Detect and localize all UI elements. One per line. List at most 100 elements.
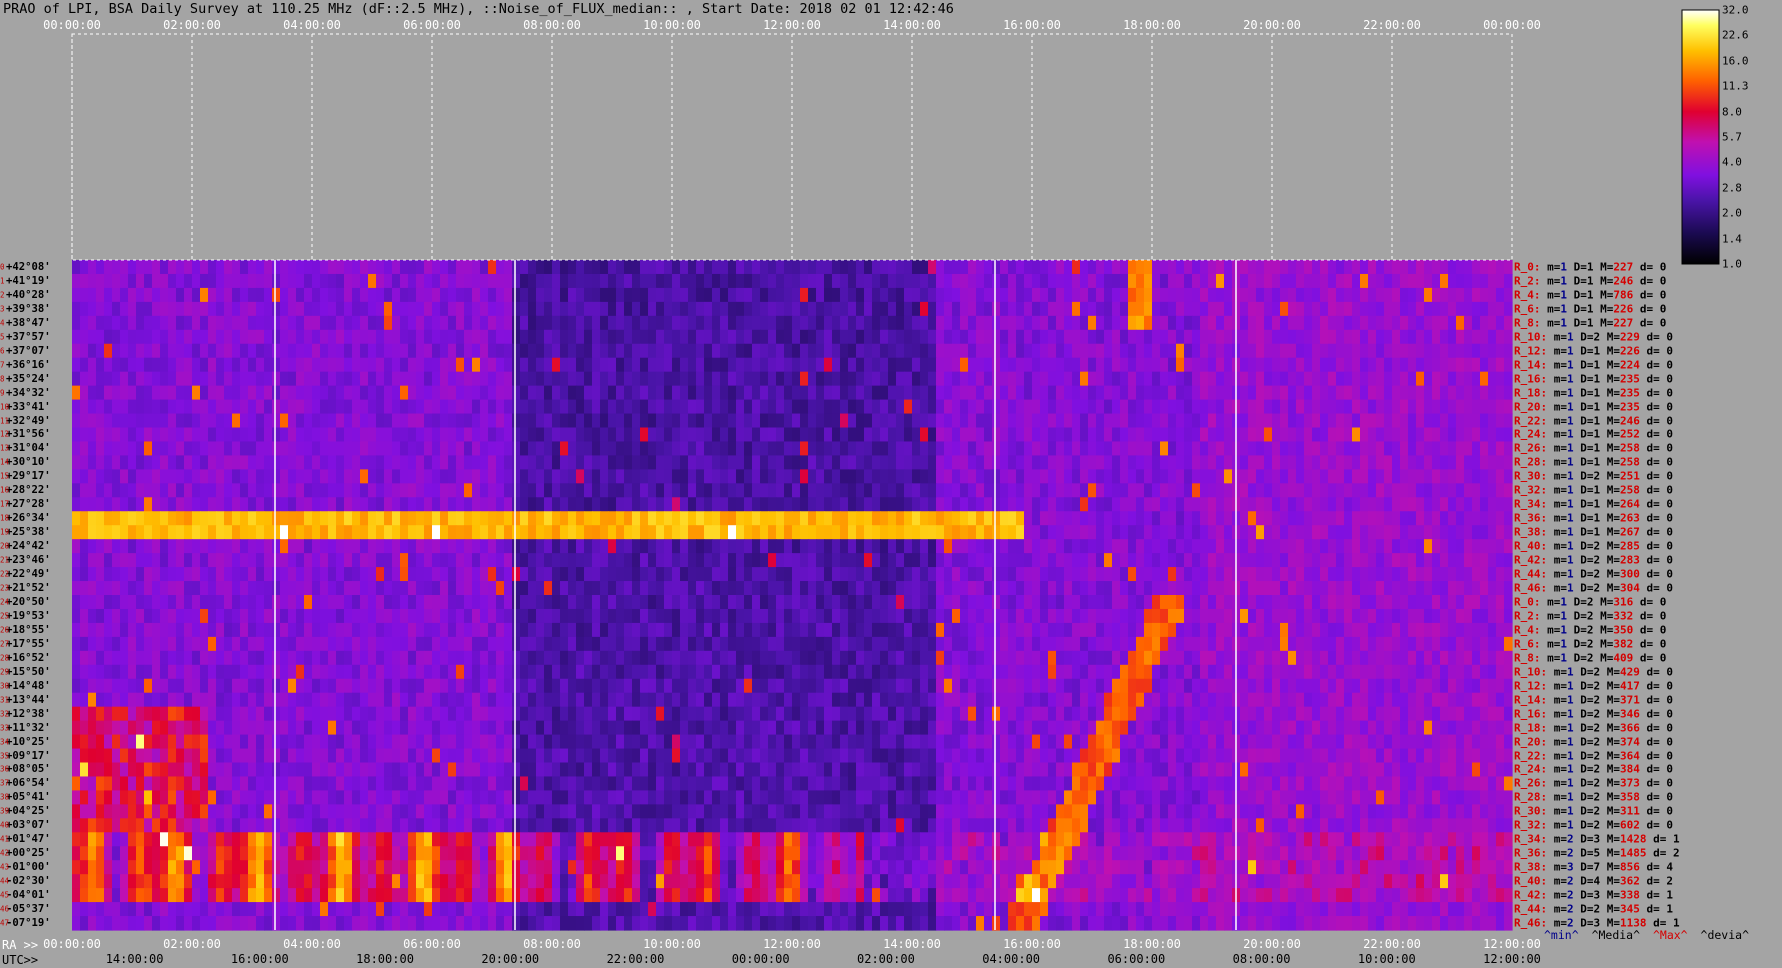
row-stat-dev: 0 <box>1659 651 1667 665</box>
axis-tick-label: 00:00:00 <box>731 952 790 966</box>
axis-tick-label: 02:00:00 <box>163 18 221 32</box>
row-stat-dev: 0 <box>1666 539 1673 553</box>
row-stat-m: 1 <box>1567 497 1574 511</box>
axis-tick-label: 00:00:00 <box>43 18 101 32</box>
row-stat-m: 2 <box>1567 846 1574 860</box>
row-stat: R_26: m=1 D=2 M=373 d= 0 <box>1514 776 1673 790</box>
row-stat-m: 1 <box>1567 707 1574 721</box>
row-stat-max: 373 <box>1620 776 1640 790</box>
row-stat-m: 1 <box>1567 525 1574 539</box>
row-stat-max: 226 <box>1613 302 1634 316</box>
utc-row-label: UTC>> <box>2 953 39 967</box>
axis-tick-label: 22:00:00 <box>1363 937 1421 951</box>
axis-tick-label: 10:00:00 <box>1357 952 1416 966</box>
row-stat-m: 1 <box>1567 567 1574 581</box>
row-stat-m: 1 <box>1567 762 1574 776</box>
row-stat-m: 1 <box>1560 302 1567 316</box>
row-index-label: 44 <box>0 876 10 886</box>
row-stat-d: 1 <box>1586 316 1594 330</box>
row-stat-r: R_32: <box>1514 818 1548 832</box>
row-stat: R_8: m=1 D=2 M=409 d= 0 <box>1514 651 1667 665</box>
row-stat-max: 251 <box>1620 469 1640 483</box>
row-stat-m: 1 <box>1567 344 1574 358</box>
legend-median: ^Media^ <box>1591 928 1641 942</box>
row-stat-dev: 0 <box>1666 400 1673 414</box>
row-stat: R_12: m=1 D=1 M=226 d= 0 <box>1514 344 1673 358</box>
row-stat-r: R_46: <box>1514 916 1548 930</box>
declination-label: +40°28' <box>6 288 51 301</box>
row-stat-max: 264 <box>1620 497 1640 511</box>
row-index-label: 39 <box>0 806 10 816</box>
row-stat: R_14: m=1 D=1 M=224 d= 0 <box>1514 358 1673 372</box>
row-stat-max: 384 <box>1620 762 1640 776</box>
row-stat: R_40: m=2 D=4 M=362 d= 2 <box>1514 874 1673 888</box>
row-stat-m: 1 <box>1560 623 1567 637</box>
row-stat-max: 263 <box>1620 511 1640 525</box>
colorbar-tick: 5.7 <box>1722 130 1742 144</box>
row-stat: R_12: m=1 D=2 M=417 d= 0 <box>1514 679 1673 693</box>
row-stat-dev: 0 <box>1666 386 1673 400</box>
row-stat-dev: 2 <box>1666 874 1673 888</box>
row-stat-m: 1 <box>1567 483 1574 497</box>
row-index-label: 27 <box>0 639 10 649</box>
axis-tick-label: 14:00:00 <box>883 18 941 32</box>
row-index-label: 6 <box>0 346 5 356</box>
declination-label: +28°22' <box>6 484 51 497</box>
declination-label: +14°48' <box>6 679 51 692</box>
row-stat-m: 1 <box>1567 358 1574 372</box>
axis-tick-label: 06:00:00 <box>403 937 461 951</box>
axis-tick-label: 04:00:00 <box>283 18 341 32</box>
declination-label: +05°41' <box>6 791 51 804</box>
row-stat-d: 2 <box>1586 595 1594 609</box>
stats-legend: ^min^ ^Media^ ^Max^ ^devia^ <box>1544 928 1755 942</box>
row-stat-r: R_32: <box>1514 483 1548 497</box>
row-stat-m: 1 <box>1567 818 1574 832</box>
row-stat-r: R_40: <box>1514 874 1548 888</box>
row-stat-m: 1 <box>1560 316 1567 330</box>
colorbar-tick: 16.0 <box>1722 54 1749 68</box>
row-stat-dev: 0 <box>1666 679 1673 693</box>
row-stat-max: 235 <box>1620 386 1640 400</box>
row-stat: R_36: m=1 D=1 M=263 d= 0 <box>1514 511 1673 525</box>
row-stat-m: 1 <box>1567 735 1574 749</box>
declination-label: -02°30' <box>6 875 51 888</box>
declination-label: +37°57' <box>6 330 51 343</box>
row-stat-dev: 0 <box>1666 776 1673 790</box>
declination-label: +09°17' <box>6 749 51 762</box>
row-stat-max: 252 <box>1620 427 1640 441</box>
row-stat-m: 1 <box>1560 274 1567 288</box>
row-stat-m: 1 <box>1567 749 1574 763</box>
row-stat-r: R_38: <box>1514 860 1548 874</box>
row-stat-m: 1 <box>1567 665 1574 679</box>
row-stat: R_18: m=1 D=1 M=235 d= 0 <box>1514 386 1673 400</box>
axis-tick-label: 00:00:00 <box>1483 18 1541 32</box>
row-stat: R_0: m=1 D=2 M=316 d= 0 <box>1514 595 1667 609</box>
declination-label: +23°46' <box>6 554 51 567</box>
row-index-label: 40 <box>0 820 10 830</box>
row-stat: R_16: m=1 D=1 M=235 d= 0 <box>1514 372 1673 386</box>
row-index-label: 1 <box>0 276 5 286</box>
row-stat-max: 235 <box>1620 400 1640 414</box>
row-stat-r: R_28: <box>1514 790 1548 804</box>
row-stat-m: 2 <box>1567 902 1574 916</box>
row-stat-max: 304 <box>1620 581 1640 595</box>
axis-tick-label: 06:00:00 <box>403 18 461 32</box>
declination-label: +12°38' <box>6 707 51 720</box>
row-stat-max: 246 <box>1620 414 1640 428</box>
axis-tick-label: 12:00:00 <box>1483 952 1541 966</box>
row-stat-dev: 0 <box>1666 749 1673 763</box>
axis-tick-label: 04:00:00 <box>982 952 1041 966</box>
row-stat-r: R_2: <box>1514 274 1541 288</box>
row-stat-r: R_36: <box>1514 846 1548 860</box>
row-stat: R_30: m=1 D=2 M=251 d= 0 <box>1514 469 1673 483</box>
declination-label: -05°37' <box>6 903 51 916</box>
row-stat-max: 856 <box>1620 860 1640 874</box>
row-stat-max: 283 <box>1620 553 1640 567</box>
row-index-label: 15 <box>0 471 10 481</box>
row-stat-dev: 0 <box>1666 818 1673 832</box>
row-stat-m: 1 <box>1567 414 1574 428</box>
axis-tick-label: 00:00:00 <box>43 937 101 951</box>
declination-label: +35°24' <box>6 372 51 385</box>
row-stat-m: 1 <box>1560 260 1567 274</box>
row-stat-m: 2 <box>1567 832 1574 846</box>
